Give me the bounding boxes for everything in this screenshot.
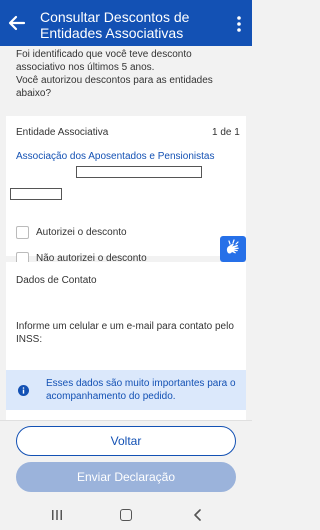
- entity-card: Entidade Associativa 1 de 1 Associação d…: [6, 116, 246, 265]
- entity-count: 1 de 1: [212, 127, 240, 138]
- footer-divider: [0, 420, 252, 421]
- nav-back-icon[interactable]: [192, 509, 204, 521]
- system-navigation-bar: [0, 500, 252, 530]
- intro-line-2: Você autorizou descontos para as entidad…: [16, 75, 213, 99]
- contact-card-title: Dados de Contato: [16, 275, 97, 286]
- entity-name: Associação dos Aposentados e Pensionista…: [16, 151, 215, 162]
- entity-name-field: [76, 166, 202, 178]
- arrow-left-icon[interactable]: [8, 14, 26, 32]
- intro-line-1: Foi identificado que você teve desconto …: [16, 49, 192, 73]
- accessibility-button[interactable]: [220, 236, 246, 262]
- entity-extra-field: [10, 188, 62, 200]
- contact-description: Informe um celular e um e-mail para cont…: [16, 321, 234, 345]
- page-title: Consultar Descontos de Entidades Associa…: [40, 9, 190, 41]
- authorized-label: Autorizei o desconto: [36, 227, 127, 238]
- more-vertical-icon[interactable]: [232, 14, 246, 34]
- recent-apps-icon[interactable]: [52, 509, 62, 521]
- info-alert: Esses dados são muito importantes para o…: [6, 370, 246, 410]
- entity-card-title: Entidade Associativa: [16, 127, 109, 138]
- info-icon: [18, 385, 29, 396]
- intro-text: Foi identificado que você teve desconto …: [16, 48, 242, 100]
- app-bar: Consultar Descontos de Entidades Associa…: [0, 0, 252, 46]
- hand-sign-language-icon: [226, 239, 239, 254]
- home-icon[interactable]: [120, 509, 132, 521]
- info-text: Esses dados são muito importantes para o…: [46, 378, 236, 402]
- authorized-checkbox[interactable]: [16, 226, 29, 239]
- submit-declaration-button[interactable]: Enviar Declaração: [16, 462, 236, 492]
- back-button[interactable]: Voltar: [16, 426, 236, 456]
- contact-card: Dados de Contato Informe um celular e um…: [6, 262, 246, 420]
